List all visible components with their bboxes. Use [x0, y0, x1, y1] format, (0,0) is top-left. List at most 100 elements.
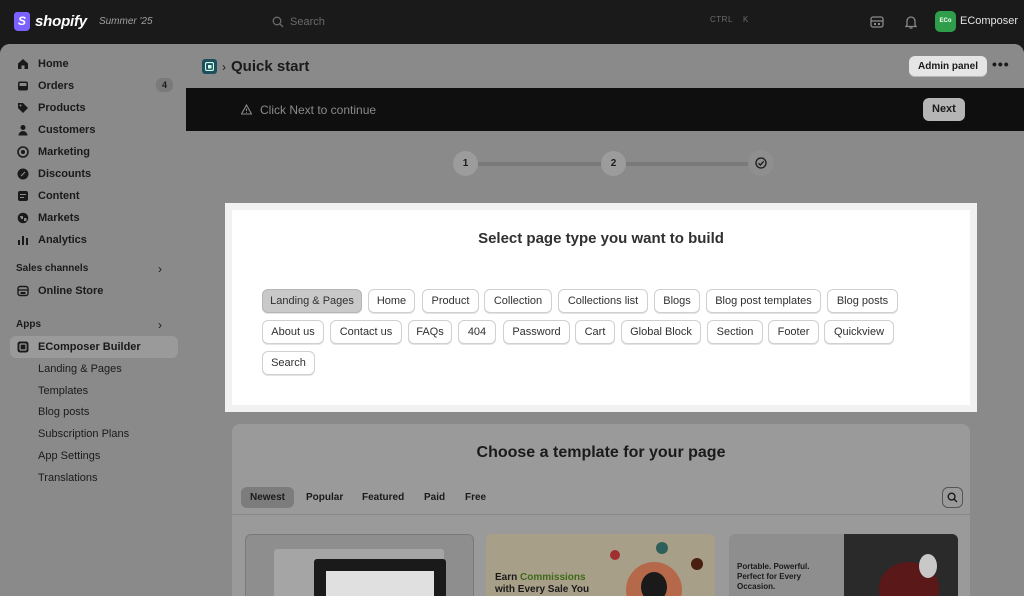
step-1[interactable]: 1: [453, 151, 478, 176]
store-icon[interactable]: [869, 14, 885, 30]
app-sub-item-subscription-plans[interactable]: Subscription Plans: [38, 428, 129, 440]
page-type-chip[interactable]: Quickview: [824, 320, 894, 344]
shopify-logo[interactable]: S shopify Summer '25: [14, 12, 153, 31]
step-2[interactable]: 2: [601, 151, 626, 176]
breadcrumb-chevron-icon: ›: [222, 59, 226, 74]
page-type-chip[interactable]: Product: [422, 289, 479, 313]
sidebar-item-label: Content: [38, 190, 80, 202]
page-type-chip[interactable]: Password: [503, 320, 570, 344]
template-thumbnail-3[interactable]: Portable. Powerful. Perfect for Every Oc…: [729, 534, 958, 596]
edition-label: Summer '25: [98, 16, 153, 27]
page-type-chip[interactable]: Search: [262, 351, 315, 375]
app-sub-item-app-settings[interactable]: App Settings: [38, 450, 100, 462]
more-actions-button[interactable]: •••: [992, 56, 1010, 72]
template-thumbnail-2[interactable]: Earn Commissions with Every Sale You: [486, 534, 715, 596]
page-type-chip[interactable]: 404: [458, 320, 496, 344]
sidebar-item-label: Home: [38, 58, 69, 70]
app-sub-item-blog-posts[interactable]: Blog posts: [38, 406, 89, 418]
breadcrumb: › Quick start: [202, 58, 309, 75]
orders-count-badge: 4: [155, 78, 173, 92]
sidebar: Home Orders 4 Products Customers Marketi…: [0, 44, 186, 596]
sidebar-item-label: EComposer Builder: [38, 341, 141, 353]
sidebar-item-orders[interactable]: Orders 4: [10, 75, 178, 97]
page-type-chip[interactable]: Cart: [575, 320, 615, 344]
sidebar-item-online-store[interactable]: Online Store: [10, 280, 178, 302]
tab-featured[interactable]: Featured: [353, 487, 413, 508]
sidebar-item-ecomposer[interactable]: EComposer Builder: [10, 336, 178, 358]
page-type-chip[interactable]: Landing & Pages: [262, 289, 362, 313]
content-icon: [17, 190, 29, 202]
page-type-chip[interactable]: Contact us: [330, 320, 402, 344]
page-type-chip[interactable]: Collection: [484, 289, 552, 313]
app-sub-item-translations[interactable]: Translations: [38, 472, 98, 484]
search-icon: [947, 492, 958, 503]
admin-panel-button[interactable]: Admin panel: [909, 56, 988, 77]
page-type-chip[interactable]: Global Block: [621, 320, 701, 344]
app-sub-item-landing-pages[interactable]: Landing & Pages: [38, 363, 122, 375]
discount-icon: [17, 168, 29, 180]
bell-icon[interactable]: [903, 14, 919, 30]
sidebar-item-home[interactable]: Home: [10, 53, 178, 75]
tab-newest[interactable]: Newest: [241, 487, 295, 508]
sidebar-item-analytics[interactable]: Analytics: [10, 229, 178, 251]
search-icon: [272, 16, 284, 28]
shortcut-key: K: [743, 15, 749, 24]
page-type-chip[interactable]: Section: [707, 320, 763, 344]
template-chooser: Choose a template for your page Newest P…: [232, 424, 970, 596]
sidebar-item-label: Marketing: [38, 146, 90, 158]
stepper-line-2: [626, 162, 751, 166]
tab-popular[interactable]: Popular: [297, 487, 352, 508]
sidebar-item-markets[interactable]: Markets: [10, 207, 178, 229]
bar-chart-icon: [17, 234, 29, 246]
banner-text: Click Next to continue: [260, 103, 377, 117]
target-icon: [17, 146, 29, 158]
template-search-button[interactable]: [942, 487, 963, 508]
page-type-chip[interactable]: Blog post templates: [706, 289, 821, 313]
store-name[interactable]: EComposer: [960, 15, 1018, 27]
next-button[interactable]: Next: [923, 98, 965, 121]
page-type-chip[interactable]: Blogs: [654, 289, 700, 313]
sales-channels-chevron-icon[interactable]: ›: [158, 262, 162, 276]
apps-heading: Apps: [16, 319, 41, 330]
thumb3-headline: Portable. Powerful. Perfect for Every Oc…: [737, 562, 810, 591]
template-thumbnail-1[interactable]: [245, 534, 474, 596]
page-type-chip[interactable]: Footer: [768, 320, 819, 344]
page-type-chip[interactable]: FAQs: [408, 320, 452, 344]
sidebar-item-customers[interactable]: Customers: [10, 119, 178, 141]
store-avatar[interactable]: ECo: [935, 11, 956, 32]
sidebar-item-label: Discounts: [38, 168, 92, 180]
page-type-chip[interactable]: Home: [368, 289, 415, 313]
sidebar-item-label: Products: [38, 102, 86, 114]
shortcut-ctrl: CTRL: [710, 15, 733, 24]
page-title: Quick start: [231, 58, 310, 75]
check-circle-icon: [755, 157, 767, 169]
globe-icon: [17, 212, 29, 224]
apps-chevron-icon[interactable]: ›: [158, 318, 162, 332]
warning-icon: [241, 104, 252, 115]
ecomposer-logo-icon[interactable]: [202, 59, 217, 74]
shopify-bag-icon: S: [14, 12, 30, 31]
main-content: › Quick start Admin panel ••• Click Next…: [186, 44, 1024, 596]
sidebar-item-discounts[interactable]: Discounts: [10, 163, 178, 185]
tab-paid[interactable]: Paid: [415, 487, 454, 508]
admin-frame: Home Orders 4 Products Customers Marketi…: [0, 44, 1024, 596]
sidebar-item-label: Analytics: [38, 234, 87, 246]
page-type-chip[interactable]: Blog posts: [827, 289, 898, 313]
page-type-chip[interactable]: Collections list: [558, 289, 648, 313]
page-type-chip[interactable]: About us: [262, 320, 324, 344]
sidebar-item-label: Customers: [38, 124, 96, 136]
brand-name: shopify: [35, 13, 87, 30]
ecomposer-app-icon: [17, 341, 29, 353]
global-search[interactable]: Search CTRL K: [262, 8, 762, 36]
online-store-icon: [17, 285, 29, 297]
step-complete[interactable]: [748, 150, 774, 176]
sidebar-item-marketing[interactable]: Marketing: [10, 141, 178, 163]
top-bar: S shopify Summer '25 Search CTRL K ECo E…: [0, 0, 1024, 44]
tab-free[interactable]: Free: [456, 487, 495, 508]
sidebar-item-content[interactable]: Content: [10, 185, 178, 207]
app-sub-item-templates[interactable]: Templates: [38, 385, 88, 397]
sidebar-item-products[interactable]: Products: [10, 97, 178, 119]
tabs-divider: [232, 514, 970, 515]
search-placeholder: Search: [290, 16, 325, 28]
page-type-card: Select page type you want to build Landi…: [225, 203, 977, 412]
